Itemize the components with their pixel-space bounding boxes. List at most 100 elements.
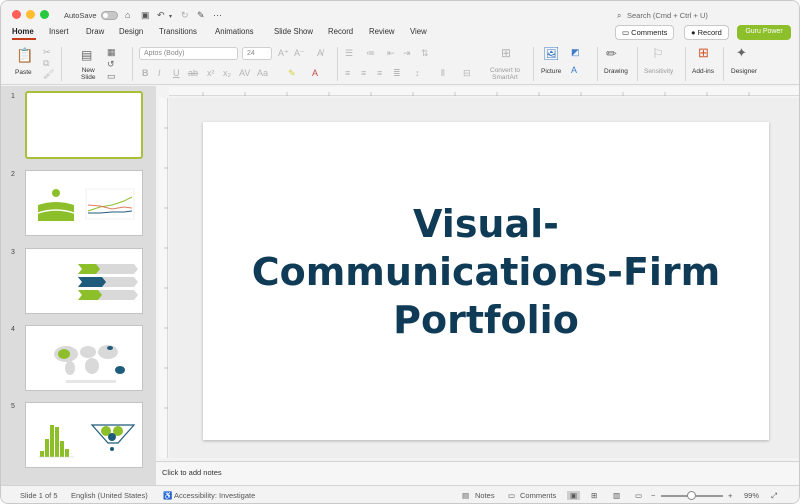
picture-icon[interactable]: 🖼 — [543, 47, 560, 60]
cut-icon[interactable]: ✂ — [43, 47, 51, 57]
tab-transitions[interactable]: Transitions — [159, 27, 197, 36]
numbering-icon[interactable]: ≔ — [366, 48, 375, 58]
font-color-icon[interactable]: A — [312, 68, 318, 78]
addins-icon[interactable]: ⊞ — [698, 46, 709, 59]
new-slide-icon[interactable]: ▤ — [81, 49, 92, 61]
align-text-icon[interactable]: ⊟ — [463, 68, 471, 78]
columns-icon[interactable]: ⫴ — [441, 68, 445, 78]
character-spacing-icon[interactable]: AV — [239, 68, 250, 78]
clear-format-icon[interactable]: A̸ — [317, 48, 323, 58]
home-icon[interactable]: ⌂ — [125, 10, 130, 20]
accessibility-status[interactable]: Accessibility: Investigate — [174, 491, 255, 500]
designer-icon[interactable]: ✦ — [736, 46, 747, 59]
fit-to-window-icon[interactable]: ⤢ — [771, 491, 777, 501]
zoom-window-button[interactable] — [40, 10, 49, 19]
bold-icon[interactable]: B — [142, 68, 149, 78]
zoom-out-icon[interactable]: − — [651, 491, 655, 500]
tab-slide-show[interactable]: Slide Show — [274, 27, 313, 36]
align-right-icon[interactable]: ≡ — [377, 68, 382, 78]
save-icon[interactable]: ▣ — [141, 10, 150, 20]
autosave-toggle[interactable] — [101, 11, 118, 20]
zoom-level[interactable]: 99% — [744, 491, 759, 500]
language-indicator[interactable]: English (United States) — [71, 491, 148, 500]
smartart-icon[interactable]: ⊞ — [501, 47, 511, 59]
slide-title[interactable]: Visual- Communications-Firm Portfolio — [203, 200, 769, 344]
thumbnail-4-preview — [54, 345, 125, 383]
bullets-icon[interactable]: ☰ — [345, 48, 353, 58]
copy-icon[interactable]: ⧉ — [43, 58, 49, 68]
thumbnail-number: 5 — [11, 403, 15, 410]
notes-pane[interactable]: Click to add notes — [156, 461, 799, 485]
guru-power-button[interactable]: Guru Power — [737, 25, 791, 40]
tab-draw[interactable]: Draw — [86, 27, 104, 36]
section-icon[interactable]: ▭ — [107, 71, 116, 81]
thumbnail-number: 2 — [11, 171, 15, 178]
autosave-label: AutoSave — [64, 11, 97, 20]
zoom-in-icon[interactable]: + — [728, 491, 732, 500]
align-center-icon[interactable]: ≡ — [361, 68, 366, 78]
paste-icon[interactable]: 📋 — [16, 48, 33, 62]
slideshow-view-icon[interactable]: ▭ — [635, 491, 642, 500]
more-icon[interactable]: ⋯ — [213, 10, 222, 20]
change-case-icon[interactable]: Aa — [257, 68, 268, 78]
tab-insert[interactable]: Insert — [49, 27, 69, 36]
reading-view-icon[interactable]: ▥ — [613, 491, 620, 500]
normal-view-icon[interactable]: ▣ — [567, 491, 581, 500]
tab-view[interactable]: View — [410, 27, 427, 36]
horizontal-ruler[interactable] — [169, 87, 799, 96]
format-painter-icon[interactable]: 🖌 — [43, 69, 54, 79]
strikethrough-icon[interactable]: ab — [188, 68, 198, 78]
tab-home[interactable]: Home — [12, 27, 34, 36]
tab-record[interactable]: Record — [328, 27, 353, 36]
minimize-window-button[interactable] — [26, 10, 35, 19]
status-bar: Slide 1 of 5 English (United States) ♿ A… — [1, 485, 799, 503]
highlight-icon[interactable]: ✎ — [288, 68, 296, 78]
layout-icon[interactable]: ▦ — [107, 47, 116, 57]
underline-icon[interactable]: U — [173, 68, 180, 78]
slide-thumbnail-2[interactable] — [25, 170, 143, 236]
reset-icon[interactable]: ↺ — [107, 59, 115, 69]
slide-thumbnail-4[interactable] — [25, 325, 143, 391]
slide-thumbnail-1[interactable] — [25, 91, 143, 159]
current-slide[interactable]: Visual- Communications-Firm Portfolio — [203, 122, 769, 440]
undo-dropdown-icon[interactable]: ▾ — [169, 12, 172, 22]
decrease-indent-icon[interactable]: ⇤ — [387, 48, 395, 58]
tab-animations[interactable]: Animations — [215, 27, 254, 36]
align-left-icon[interactable]: ≡ — [345, 68, 350, 78]
text-direction-icon[interactable]: ⇅ — [421, 48, 429, 58]
vertical-ruler[interactable] — [159, 98, 168, 458]
font-name-select[interactable]: Aptos (Body) — [139, 47, 238, 60]
record-button[interactable]: ● Record — [684, 25, 729, 40]
comments-status-icon[interactable]: ▭ — [508, 491, 515, 500]
subscript-icon[interactable]: x₂ — [223, 68, 231, 78]
increase-indent-icon[interactable]: ⇥ — [403, 48, 411, 58]
font-size-select[interactable]: 24 — [242, 47, 272, 60]
italic-icon[interactable]: I — [158, 68, 161, 78]
slide-thumbnail-3[interactable] — [25, 248, 143, 314]
zoom-slider-handle[interactable] — [687, 491, 696, 500]
accessibility-icon[interactable]: ♿ — [163, 491, 172, 500]
tab-review[interactable]: Review — [369, 27, 395, 36]
customize-icon[interactable]: ✎ — [197, 10, 205, 20]
textbox-icon[interactable]: A — [571, 65, 577, 75]
tab-design[interactable]: Design — [119, 27, 143, 36]
comments-status-button[interactable]: Comments — [520, 491, 556, 500]
sensitivity-icon[interactable]: ⚐ — [652, 47, 664, 60]
increase-font-icon[interactable]: A⁺ — [278, 48, 289, 58]
superscript-icon[interactable]: x² — [207, 68, 215, 78]
notes-button[interactable]: Notes — [475, 491, 495, 500]
decrease-font-icon[interactable]: A⁻ — [294, 48, 305, 58]
comments-button[interactable]: ▭ Comments — [615, 25, 675, 40]
close-window-button[interactable] — [12, 10, 21, 19]
drawing-icon[interactable]: ✏ — [606, 47, 617, 60]
slide-thumbnail-5[interactable] — [25, 402, 143, 468]
redo-icon[interactable]: ↻ — [181, 10, 189, 20]
undo-icon[interactable]: ↶ — [157, 10, 165, 20]
justify-icon[interactable]: ≣ — [393, 68, 401, 78]
shapes-icon[interactable]: ◩ — [571, 47, 580, 57]
search-input[interactable]: Search (Cmd + Ctrl + U) — [627, 11, 708, 20]
slide-sorter-icon[interactable]: ⊞ — [591, 491, 597, 500]
search-icon[interactable]: ⌕ — [617, 11, 621, 21]
notes-icon[interactable]: ▤ — [462, 491, 469, 500]
line-spacing-icon[interactable]: ↕ — [415, 68, 420, 78]
